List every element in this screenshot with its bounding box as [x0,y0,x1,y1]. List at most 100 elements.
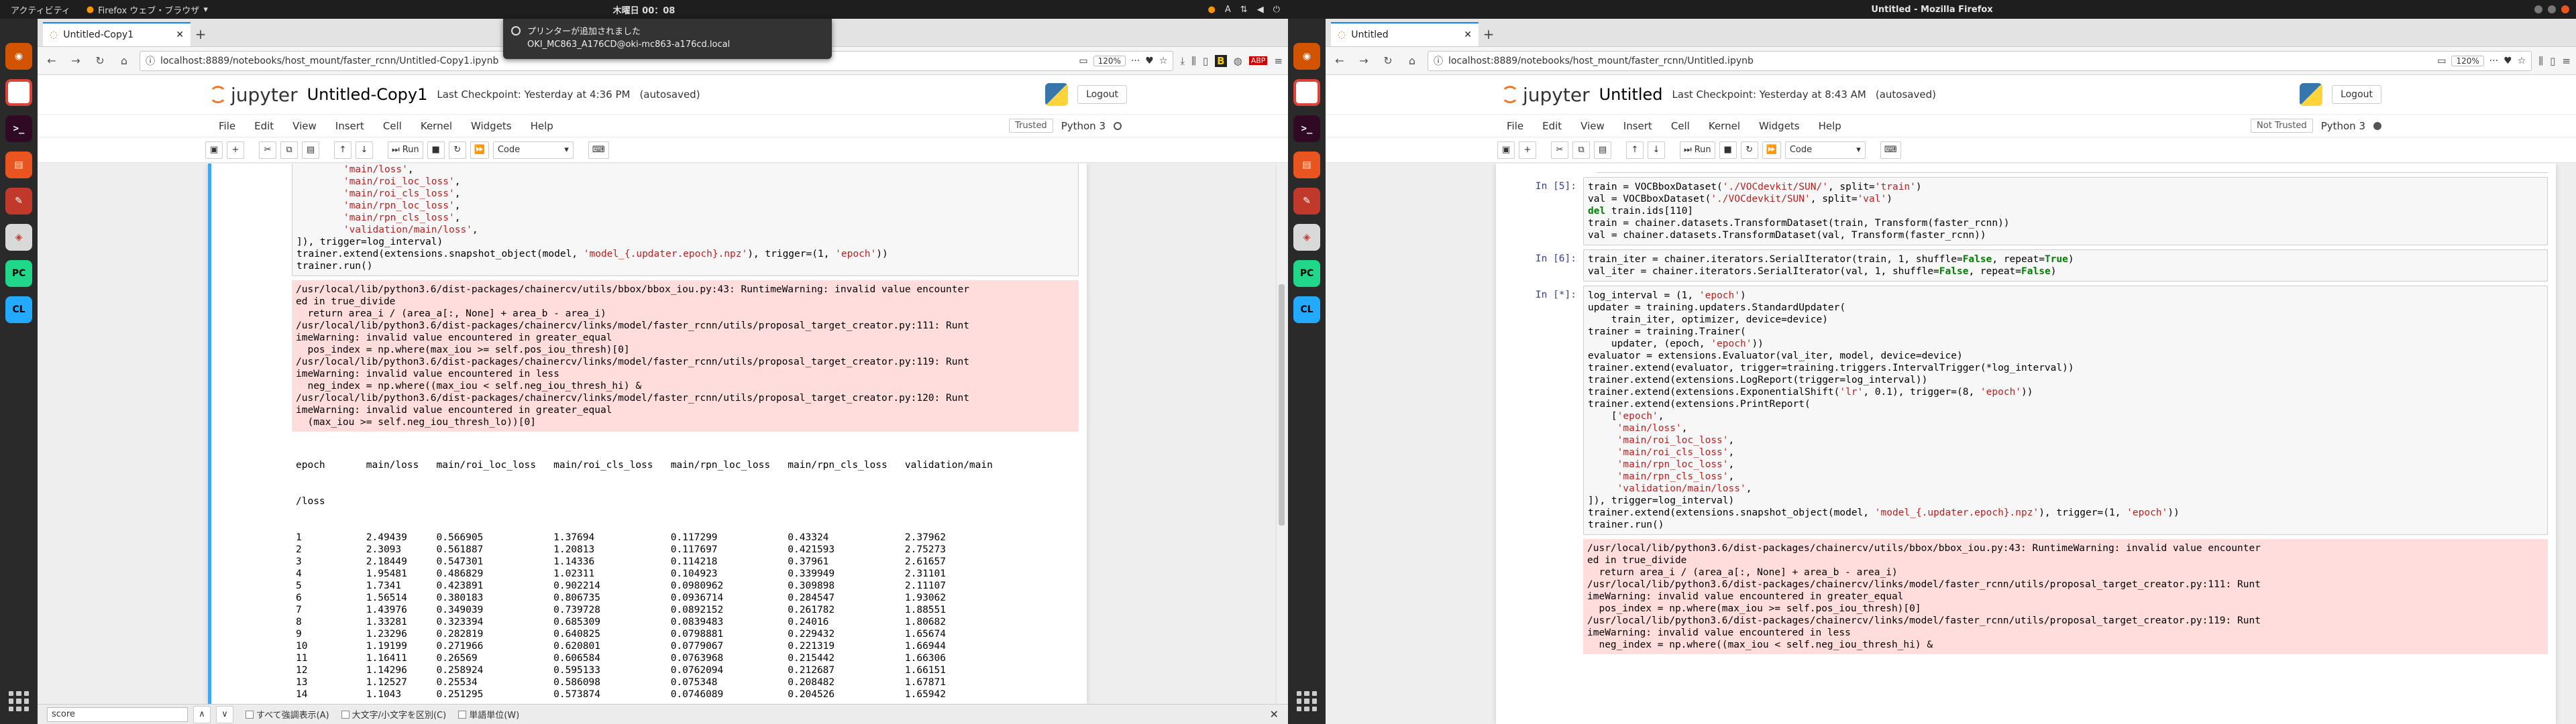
terminal-launcher-icon[interactable]: >_ [1293,115,1320,142]
interrupt-button[interactable]: ■ [427,141,445,159]
menu-widgets[interactable]: Widgets [1759,120,1800,132]
move-down-button[interactable]: ↓ [356,141,373,159]
paste-button[interactable]: ▤ [1594,141,1611,159]
menu-icon[interactable]: ≡ [1274,55,1283,67]
new-tab-button[interactable]: + [1479,22,1499,46]
show-applications-icon[interactable] [1295,689,1319,713]
cell-type-select[interactable]: Code ▾ [1784,141,1866,159]
files-launcher-icon[interactable]: ▤ [1293,152,1320,178]
system-tray[interactable]: ● A ⇅ ◀ ⏻ [1208,5,1280,15]
code-block[interactable]: train = VOCBboxDataset('./VOCdevkit/SUN/… [1588,181,2543,241]
restart-button[interactable]: ↻ [448,141,466,159]
chrome-launcher-icon[interactable] [1293,79,1320,106]
input-method-indicator[interactable]: A [1225,5,1231,15]
move-down-button[interactable]: ↓ [1648,141,1665,159]
jupyter-logo[interactable]: jupyter [209,84,298,106]
command-palette-button[interactable]: ⌨ [588,141,609,159]
minimize-button[interactable] [2534,5,2542,13]
checkbox[interactable] [458,710,467,719]
run-button[interactable]: ⏭ Run [388,141,423,159]
not-trusted-badge[interactable]: Not Trusted [2251,119,2313,133]
clion-launcher-icon[interactable]: CL [5,296,32,323]
reader-view-icon[interactable]: ▭ [1079,56,1087,66]
move-up-button[interactable]: ↑ [334,141,352,159]
page-scrollbar[interactable] [1276,164,1287,704]
notebook-name[interactable]: Untitled-Copy1 [307,85,428,104]
downloads-icon[interactable]: ⤓ [1180,55,1185,67]
close-tab-icon[interactable]: ✕ [1464,29,1472,40]
code-cell-running[interactable]: 'main/loss', 'main/roi_loc_loss', 'main/… [292,164,1079,704]
printer-notification[interactable]: プリンターが追加されました OKI_MC863_A176CD@oki-mc863… [503,19,832,59]
insert-cell-button[interactable]: + [1519,141,1536,159]
run-button[interactable]: ⏭ Run [1680,141,1715,159]
whole-words-option[interactable]: 単語単位(W) [458,708,519,721]
reload-button[interactable]: ↻ [1379,52,1397,70]
library-icon[interactable]: ⫼ [2538,55,2543,67]
match-case-option[interactable]: 大文字/小文字を区別(C) [341,708,446,721]
editor-launcher-icon[interactable]: ✎ [1293,188,1320,215]
menu-cell[interactable]: Cell [383,120,402,132]
show-applications-icon[interactable] [7,689,31,713]
back-button[interactable]: ← [43,52,60,70]
interrupt-button[interactable]: ■ [1719,141,1737,159]
code-cell[interactable]: In [*]: log_interval = (1, 'epoch') update… [1496,286,2548,654]
restart-button[interactable]: ↻ [1740,141,1758,159]
app-menu[interactable]: ● Firefox ウェブ・ブラウザ ▾ [81,3,213,16]
extension-b-icon[interactable]: B [1215,54,1227,67]
close-findbar-icon[interactable]: ✕ [1270,708,1279,721]
checkbox[interactable] [246,710,254,719]
home-button[interactable]: ⌂ [1403,52,1421,70]
image-viewer-launcher-icon[interactable]: ◈ [5,224,32,251]
save-button[interactable]: ▣ [205,141,223,159]
chrome-launcher-icon[interactable] [5,79,32,106]
logout-button[interactable]: Logout [1077,85,1127,104]
menu-view[interactable]: View [1580,120,1605,132]
firefox-launcher-icon[interactable]: ◉ [5,43,32,70]
reader-view-icon[interactable]: ▭ [2437,56,2446,66]
find-prev-button[interactable]: ∧ [193,705,211,723]
menu-kernel[interactable]: Kernel [1709,120,1740,132]
pocket-icon[interactable]: ♥ [1145,56,1154,66]
page-actions-icon[interactable]: ··· [1131,56,1140,66]
find-input[interactable]: score [47,707,188,722]
reload-button[interactable]: ↻ [91,52,109,70]
menu-insert[interactable]: Insert [335,120,364,132]
logout-button[interactable]: Logout [2332,85,2381,104]
url-text[interactable]: localhost:8889/notebooks/host_mount/fast… [1448,56,2432,66]
image-viewer-launcher-icon[interactable]: ◈ [1293,224,1320,251]
jupyter-logo[interactable]: jupyter [1501,84,1590,106]
extension-red-icon[interactable]: ABP [1248,56,1268,65]
cell-type-select[interactable]: Code ▾ [492,141,574,159]
close-window-button[interactable] [2561,5,2569,13]
notebook-name[interactable]: Untitled [1599,85,1663,104]
forward-button[interactable]: → [67,52,85,70]
menu-edit[interactable]: Edit [1542,120,1562,132]
library-icon[interactable]: ⫼ [1191,55,1196,67]
tab-untitled[interactable]: ◌ Untitled ✕ [1331,22,1479,46]
terminal-launcher-icon[interactable]: >_ [5,115,32,142]
scrollbar-thumb[interactable] [1279,284,1285,526]
find-next-button[interactable]: ∨ [216,705,233,723]
code-cell[interactable]: In [6]: train_iter = chainer.iterators.Se… [1496,249,2548,282]
home-button[interactable]: ⌂ [115,52,133,70]
forward-button[interactable]: → [1355,52,1373,70]
highlight-all-option[interactable]: すべて強調表示(A) [246,708,329,721]
cut-button[interactable]: ✂ [1551,141,1568,159]
info-icon[interactable]: ⓘ [146,54,155,68]
menu-file[interactable]: File [1507,120,1523,132]
restart-run-all-button[interactable]: ⏩ [470,141,489,159]
zoom-indicator[interactable]: 120% [1093,55,1126,66]
code-editor[interactable]: 'main/loss', 'main/roi_loc_loss', 'main/… [292,164,1079,276]
menu-widgets[interactable]: Widgets [471,120,512,132]
new-tab-button[interactable]: + [191,22,211,46]
code-block[interactable]: 'main/loss', 'main/roi_loc_loss', 'main/… [297,164,1074,272]
code-block[interactable]: log_interval = (1, 'epoch') updater = tra… [1588,290,2543,531]
move-up-button[interactable]: ↑ [1626,141,1644,159]
firefox-launcher-icon[interactable]: ◉ [1293,43,1320,70]
maximize-button[interactable] [2548,5,2556,13]
restart-run-all-button[interactable]: ⏩ [1762,141,1781,159]
close-tab-icon[interactable]: ✕ [176,29,184,40]
insert-cell-button[interactable]: + [227,141,244,159]
sidebar-icon[interactable]: ▯ [2550,55,2555,67]
editor-launcher-icon[interactable]: ✎ [5,188,32,215]
